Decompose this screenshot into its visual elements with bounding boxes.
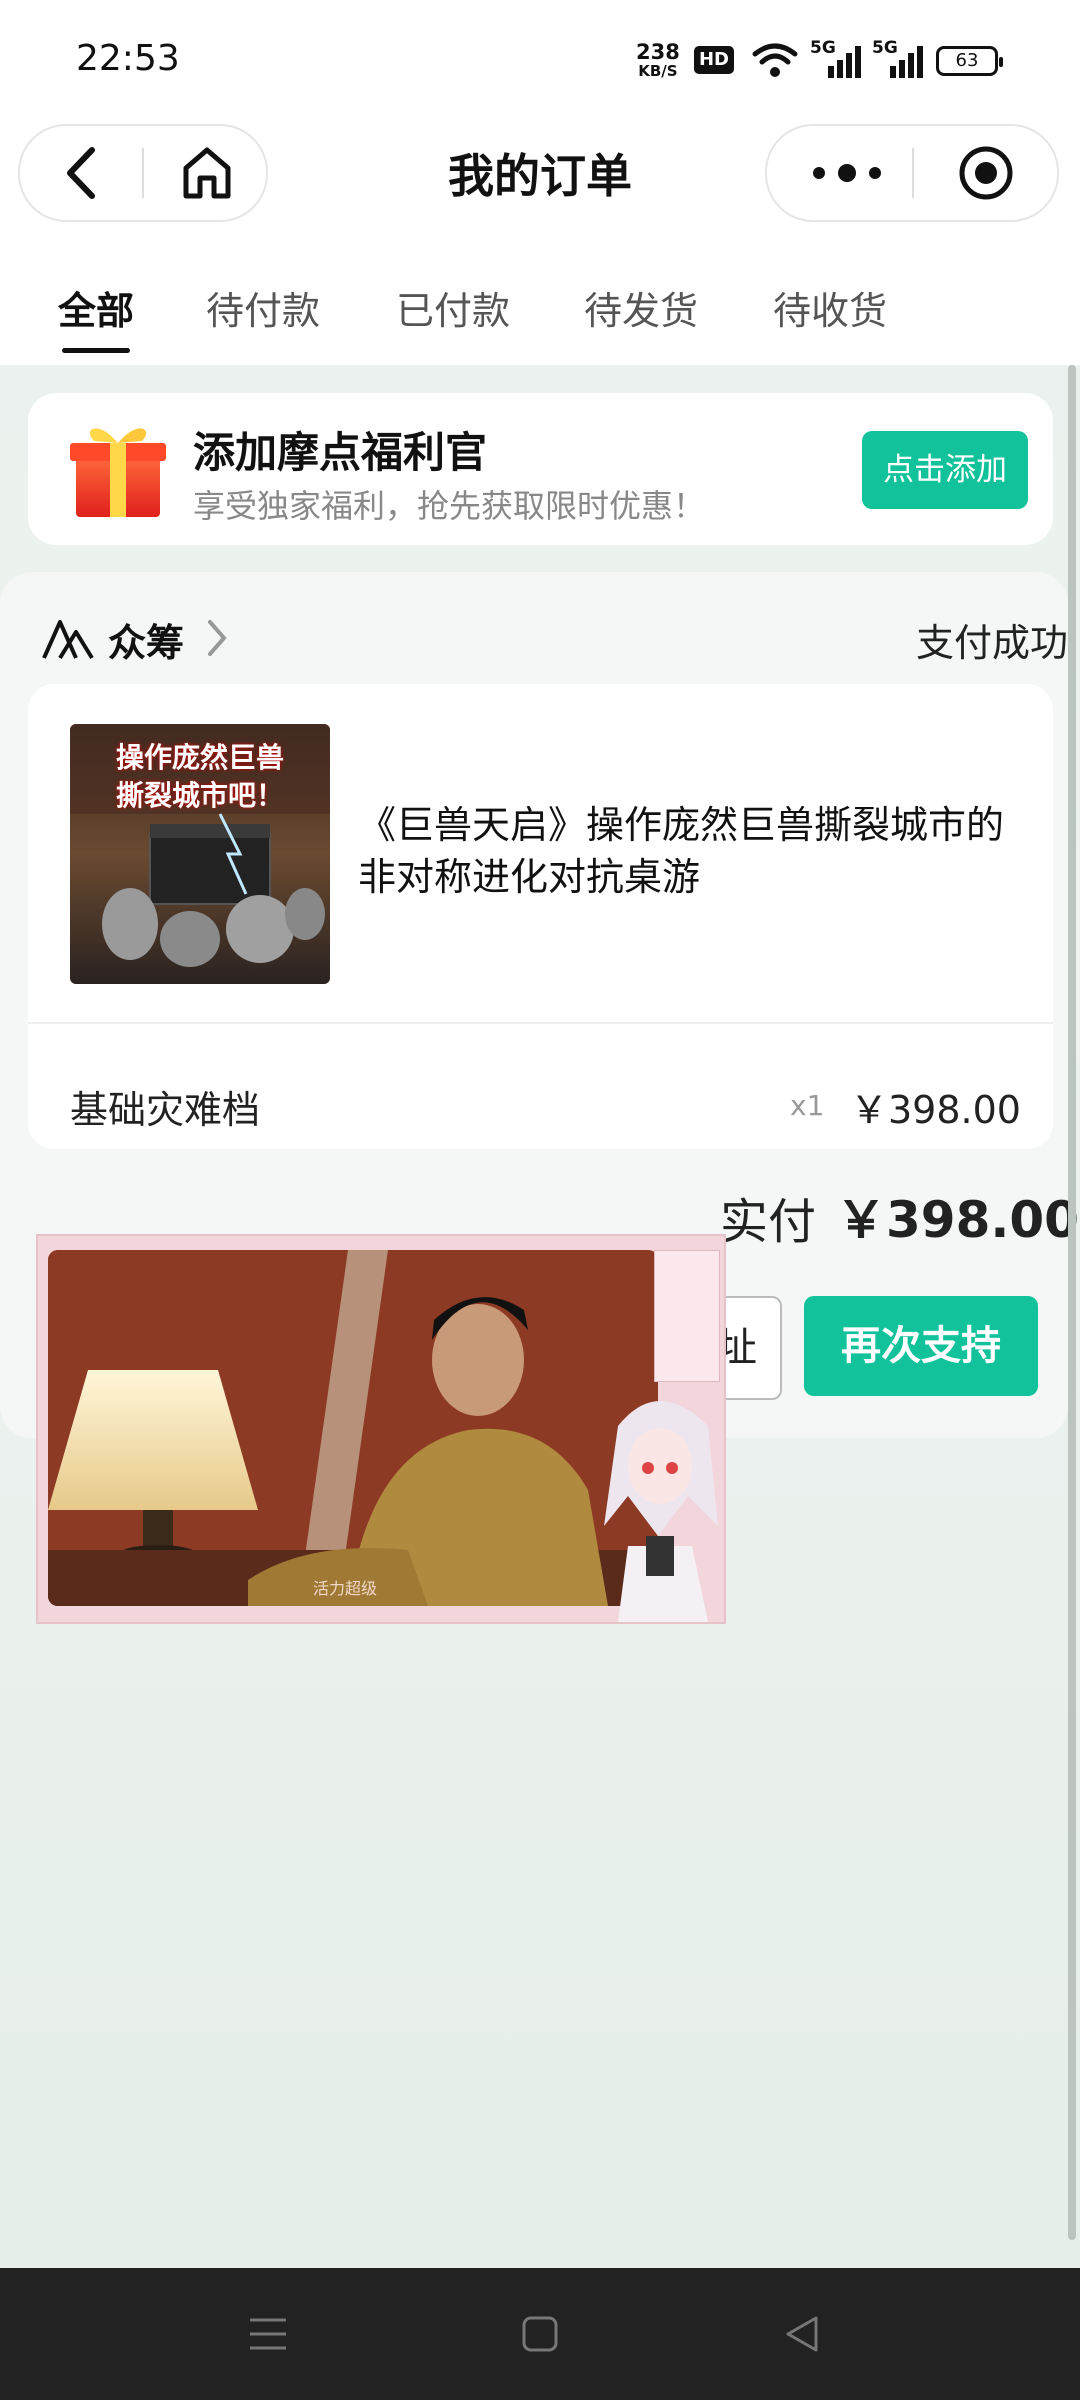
paid-label: 实付	[720, 1194, 817, 1250]
status-time: 22:53	[76, 38, 180, 79]
signal-icon-1: 5G	[810, 38, 861, 78]
battery-level: 63	[955, 50, 979, 71]
product-title[interactable]: 《巨兽天启》操作庞然巨兽撕裂城市的非对称进化对抗桌游	[358, 799, 1018, 903]
welfare-subtitle: 享受独家福利，抢先获取限时优惠！	[193, 487, 706, 525]
welfare-title: 添加摩点福利官	[193, 428, 488, 477]
close-miniprogram-icon[interactable]	[957, 144, 1015, 202]
welfare-banner[interactable]: 添加摩点福利官 享受独家福利，抢先获取限时优惠！ 点击添加	[28, 393, 1053, 545]
divider	[28, 1022, 1053, 1024]
signal-icon-2: 5G	[872, 38, 923, 78]
menu-capsule	[765, 124, 1059, 222]
product-image[interactable]: 操作庞然巨兽 撕裂城市吧！	[70, 724, 330, 984]
quantity: x1	[790, 1089, 825, 1122]
product-image-text-2: 撕裂城市吧！	[115, 779, 284, 812]
video-frame[interactable]: 活力超级	[48, 1250, 658, 1606]
menu-icon[interactable]	[248, 2314, 288, 2354]
order-status: 支付成功	[915, 621, 1068, 665]
order-tabs: 全部 待付款 已付款 待发货 待收货	[0, 240, 1080, 365]
product-item[interactable]: 操作庞然巨兽 撕裂城市吧！ 《巨兽天启》操作庞然巨兽撕裂城市的非对称进化对抗桌游…	[28, 684, 1053, 1149]
gift-icon	[70, 428, 166, 517]
chevron-right-icon[interactable]	[206, 618, 228, 658]
more-icon[interactable]	[807, 158, 887, 188]
video-caption: 活力超级	[313, 1579, 378, 1598]
hd-label: HD	[698, 49, 729, 70]
wifi-icon	[752, 43, 798, 77]
add-welfare-button[interactable]: 点击添加	[862, 431, 1028, 509]
signal2-label: 5G	[872, 38, 898, 58]
shop-name[interactable]: 众筹	[108, 612, 184, 667]
home-square-icon[interactable]	[520, 2314, 560, 2354]
system-navbar	[0, 2268, 1080, 2400]
product-image-text-1: 操作庞然巨兽	[115, 741, 284, 774]
hd-icon: HD	[694, 46, 734, 74]
battery-icon: 63	[936, 46, 1003, 76]
net-speed-unit: KB/S	[638, 62, 678, 80]
scrollbar[interactable]	[1068, 365, 1076, 2240]
support-again-button[interactable]: 再次支持	[804, 1296, 1038, 1396]
paid-amount: ￥398.00	[836, 1191, 1079, 1249]
capsule-divider	[912, 148, 914, 198]
tab-all[interactable]: 全部	[58, 280, 134, 335]
tab-pending-payment[interactable]: 待付款	[206, 280, 320, 335]
tab-active-indicator	[62, 348, 130, 353]
chat-sidebar	[654, 1250, 720, 1382]
sku-name: 基础灾难档	[70, 1088, 261, 1132]
net-speed: 238 KB/S	[636, 40, 680, 80]
unit-price: ￥398.00	[850, 1088, 1021, 1132]
anime-avatar-overlay	[604, 1401, 718, 1622]
net-speed-value: 238	[636, 40, 680, 64]
tab-paid[interactable]: 已付款	[396, 280, 510, 335]
tab-to-ship[interactable]: 待发货	[584, 280, 698, 335]
floating-video-window[interactable]: 活力超级	[36, 1234, 726, 1624]
back-triangle-icon[interactable]	[782, 2314, 822, 2354]
tab-to-receive[interactable]: 待收货	[773, 280, 887, 335]
crowdfunding-logo-icon	[42, 620, 94, 660]
signal1-label: 5G	[810, 38, 836, 58]
status-bar: 22:53 238 KB/S HD 5G 5G 63	[0, 0, 1080, 120]
